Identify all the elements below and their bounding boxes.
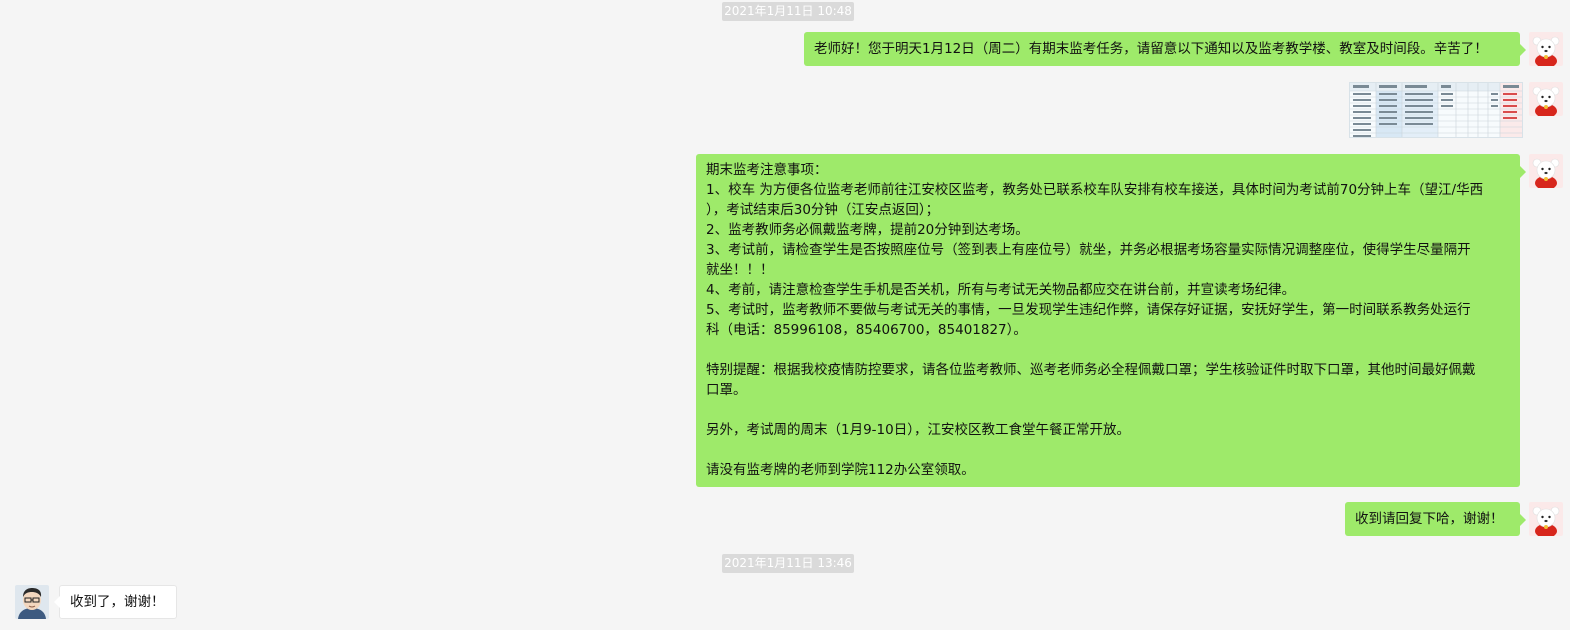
notice-line: 4、考前，请注意检查学生手机是否关机，所有与考试无关物品都应交在讲台前，并宣读考… [706, 282, 1296, 298]
notice-line: 期末监考注意事项： [706, 162, 828, 178]
notice-line: 2、监考教师务必佩戴监考牌，提前20分钟到达考场。 [706, 222, 1029, 238]
man-glasses-avatar-icon[interactable] [15, 585, 49, 619]
notice-line: ），考试结束后30分钟（江安点返回）； [706, 202, 940, 218]
bear-avatar-icon[interactable] [1529, 32, 1563, 66]
spreadsheet-thumbnail[interactable] [1349, 82, 1523, 138]
notice-line: 1、校车 为方便各位监考老师前往江安校区监考，教务处已联系校车队安排有校车接送，… [706, 182, 1484, 198]
message-text: 收到请回复下哈，谢谢！ [1355, 511, 1504, 527]
notice-message-bubble[interactable]: 期末监考注意事项： 1、校车 为方便各位监考老师前往江安校区监考，教务处已联系校… [696, 154, 1526, 487]
timestamp: 2021年1月11日 10:48 [722, 2, 854, 21]
message-bubble[interactable]: 收到了，谢谢！ [54, 585, 177, 619]
notice-blank-line [706, 400, 1510, 420]
bear-avatar-icon[interactable] [1529, 502, 1563, 536]
notice-line: 口罩。 [706, 382, 747, 398]
message-bubble[interactable]: 老师好！您于明天1月12日（周二）有期末监考任务，请留意以下通知以及监考教学楼、… [804, 32, 1526, 66]
bear-avatar-icon[interactable] [1529, 82, 1563, 116]
message-text: 老师好！您于明天1月12日（周二）有期末监考任务，请留意以下通知以及监考教学楼、… [814, 41, 1488, 57]
message-text: 收到了，谢谢！ [70, 594, 165, 610]
bear-avatar-icon[interactable] [1529, 154, 1563, 188]
notice-line: 特别提醒：根据我校疫情防控要求，请各位监考教师、巡考老师务必全程佩戴口罩；学生核… [706, 362, 1476, 378]
notice-line: 请没有监考牌的老师到学院112办公室领取。 [706, 462, 975, 478]
message-bubble[interactable]: 收到请回复下哈，谢谢！ [1345, 502, 1526, 536]
notice-blank-line [706, 440, 1510, 460]
notice-line: 科（电话：85996108，85406700，85401827）。 [706, 322, 1027, 338]
notice-line: 就坐！！！ [706, 262, 774, 278]
notice-blank-line [706, 340, 1510, 360]
notice-line: 3、考试前，请检查学生是否按照座位号（签到表上有座位号）就坐，并务必根据考场容量… [706, 242, 1471, 258]
notice-line: 5、考试时，监考教师不要做与考试无关的事情，一旦发现学生违纪作弊，请保存好证据，… [706, 302, 1471, 318]
timestamp: 2021年1月11日 13:46 [722, 554, 854, 573]
notice-line: 另外，考试周的周末（1月9-10日），江安校区教工食堂午餐正常开放。 [706, 422, 1130, 438]
